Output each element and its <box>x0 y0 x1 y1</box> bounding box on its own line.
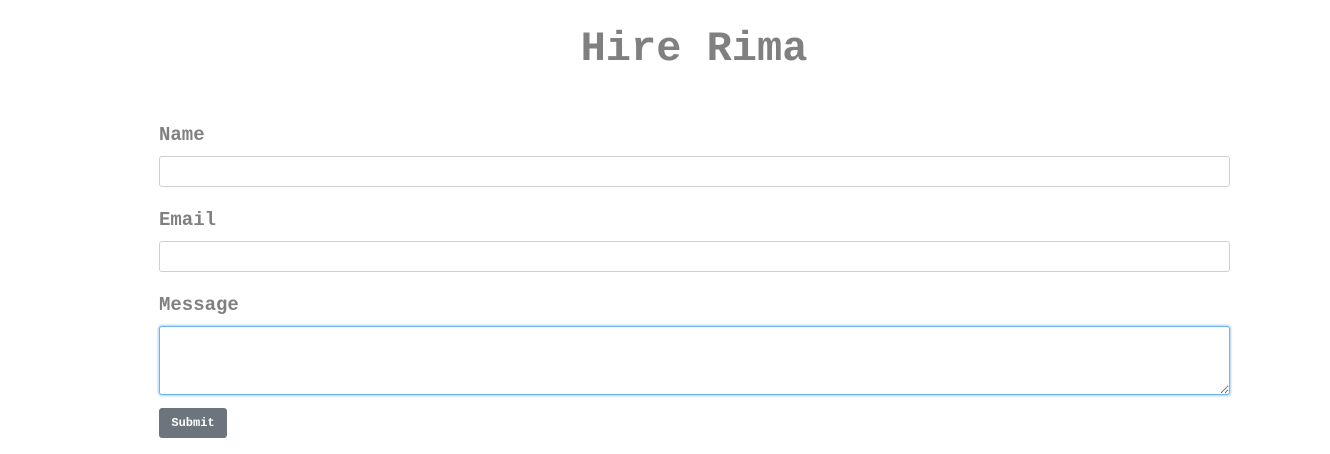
email-label: Email <box>159 209 217 231</box>
hire-form: Name Email Message Submit <box>159 122 1230 438</box>
name-label: Name <box>159 124 205 146</box>
message-label: Message <box>159 294 239 316</box>
page-title: Hire Rima <box>580 25 808 73</box>
message-textarea[interactable] <box>159 326 1230 395</box>
email-input[interactable] <box>159 241 1230 272</box>
submit-button[interactable]: Submit <box>159 408 227 438</box>
name-input[interactable] <box>159 156 1230 187</box>
